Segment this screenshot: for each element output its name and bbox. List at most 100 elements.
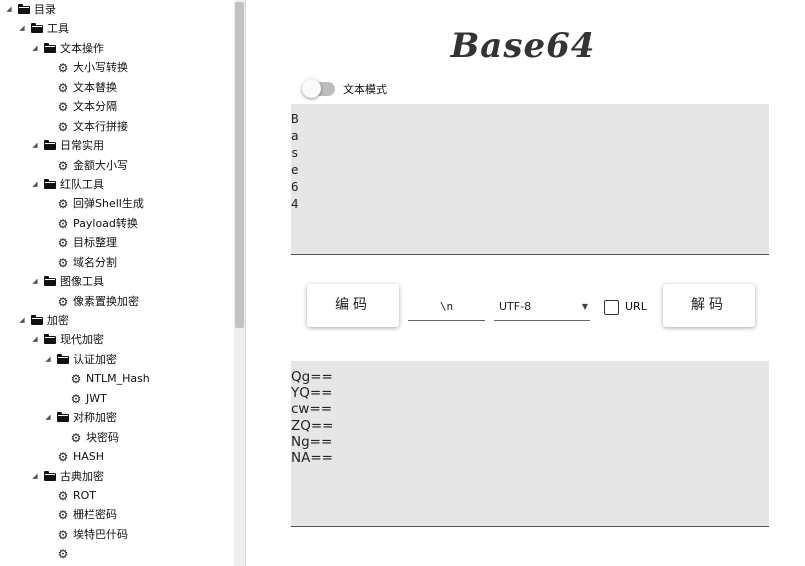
tree-expand-arrow-icon[interactable]: ◢ (43, 350, 53, 369)
tree-folder-item[interactable]: ◢ 目录 (0, 0, 232, 19)
tree-folder-item[interactable]: ◢ 红队工具 (0, 175, 232, 194)
tree-expand-arrow-icon[interactable]: ◢ (30, 330, 40, 349)
tree-item-label: 域名分割 (73, 255, 117, 269)
gear-icon: ⚙ (57, 80, 69, 95)
tree-expand-arrow-icon[interactable]: ◢ (17, 311, 27, 330)
tree-expand-arrow-icon[interactable]: ◢ (30, 39, 40, 58)
tree-folder-item[interactable]: ◢ 图像工具 (0, 272, 232, 291)
tree-item-label: NTLM_Hash (86, 372, 150, 386)
gear-icon: ⚙ (57, 100, 69, 115)
tree-tool-item[interactable]: ⚙ 金额大小写 (0, 156, 232, 175)
tree-item-label: 文本分隔 (73, 100, 117, 114)
folder-icon (18, 4, 30, 14)
tree-tool-item[interactable]: ⚙ 域名分割 (0, 253, 232, 272)
gear-icon: ⚙ (57, 236, 69, 251)
gear-icon: ⚙ (57, 508, 69, 523)
gear-icon: ⚙ (57, 216, 69, 231)
tree-tool-item[interactable]: ⚙ 回弹Shell生成 (0, 194, 232, 213)
tree-item-label: 像素置换加密 (73, 294, 139, 308)
tree-folder-item[interactable]: ◢ 文本操作 (0, 39, 232, 58)
tree-item-label: 工具 (47, 22, 69, 36)
tree-expand-arrow-icon[interactable]: ◢ (17, 19, 27, 38)
tree-tool-item[interactable]: ⚙ 埃特巴什码 (0, 525, 232, 544)
tree-item-label: 文本行拼接 (73, 119, 128, 133)
folder-icon (44, 470, 56, 481)
tree-item-label: 目录 (34, 3, 56, 16)
gear-icon: ⚙ (57, 158, 69, 173)
tree-tool-item[interactable]: ⚙ 像素置换加密 (0, 292, 232, 311)
gear-icon: ⚙ (57, 61, 69, 76)
tree-folder-item[interactable]: ◢ 现代加密 (0, 330, 232, 349)
tree-expand-arrow-icon[interactable]: ◢ (30, 175, 40, 194)
gear-icon: ⚙ (57, 255, 69, 270)
folder-icon (44, 178, 56, 189)
input-textarea[interactable]: B a s e 6 4 (291, 104, 769, 255)
tree-expand-arrow-icon[interactable]: ◢ (30, 136, 40, 155)
dropdown-arrow-icon: ▼ (581, 302, 588, 311)
tree-item-label: ROT (73, 488, 97, 502)
tree-tool-item[interactable]: ⚙ NTLM_Hash (0, 369, 232, 388)
tree-tool-item[interactable]: ⚙ ROT (0, 486, 232, 505)
tree-expand-arrow-icon[interactable]: ◢ (4, 0, 14, 19)
tree-tool-item[interactable]: ⚙ 文本分隔 (0, 97, 232, 116)
charset-select[interactable]: UTF-8 ▼ (494, 296, 590, 321)
tree-tool-item[interactable]: ⚙ 栅栏密码 (0, 505, 232, 524)
tree-item-label: 块密码 (86, 430, 119, 444)
tree-expand-arrow-icon[interactable]: ◢ (30, 272, 40, 291)
output-textarea[interactable]: Qg== YQ== cw== ZQ== Ng== NA== (291, 361, 769, 527)
tree-folder-item[interactable]: ◢ 古典加密 (0, 467, 232, 486)
tree-tool-item[interactable]: ⚙ 大小写转换 (0, 58, 232, 77)
text-mode-toggle[interactable] (302, 79, 335, 98)
tree-item-label: 红队工具 (60, 177, 104, 191)
tree-item-label: Payload转换 (73, 216, 138, 230)
tree-tool-item[interactable]: ⚙ 文本替换 (0, 78, 232, 97)
navigation-tree-panel: ◢ 目录 ◢ 工具 ◢ 文本操作 ⚙ 大小写转换 ⚙ 文本替换 ⚙ 文本分隔 ⚙ 文本行拼接 ◢ 日常实用 ⚙ 金… (0, 0, 246, 566)
charset-selected-value: UTF-8 (499, 300, 532, 313)
tree-item-label: 大小写转换 (73, 61, 128, 75)
tree-item-label: 古典加密 (60, 469, 104, 483)
text-mode-label: 文本模式 (343, 83, 387, 96)
tree-tool-item[interactable]: ⚙ 目标整理 (0, 233, 232, 252)
tree-folder-item[interactable]: ◢ 加密 (0, 311, 232, 330)
tree-expand-arrow-icon[interactable]: ◢ (43, 408, 53, 427)
gear-icon: ⚙ (57, 488, 69, 503)
tree-item-label: 栅栏密码 (73, 508, 117, 522)
tree-tool-item[interactable]: ⚙ 文本行拼接 (0, 117, 232, 136)
folder-icon (44, 42, 56, 53)
tree-folder-item[interactable]: ◢ 对称加密 (0, 408, 232, 427)
gear-icon: ⚙ (57, 527, 69, 542)
gear-icon: ⚙ (57, 450, 69, 465)
encode-button[interactable]: 编码 (307, 284, 399, 327)
tree-item-label: 现代加密 (60, 333, 104, 347)
tree-expand-arrow-icon[interactable]: ◢ (30, 467, 40, 486)
url-checkbox-label: URL (625, 300, 647, 313)
tree-item-label: 文本操作 (60, 41, 104, 55)
tree-tool-item[interactable]: ⚙ (0, 544, 232, 563)
folder-icon (57, 412, 69, 423)
tree-tool-item[interactable]: ⚙ Payload转换 (0, 214, 232, 233)
toggle-knob (302, 79, 321, 98)
tree-item-label: 金额大小写 (73, 158, 128, 172)
separator-input[interactable]: \n (408, 296, 485, 321)
gear-icon: ⚙ (57, 119, 69, 134)
tree-scrollbar[interactable] (234, 0, 245, 566)
tree-item-label: 加密 (47, 314, 69, 327)
decode-button[interactable]: 解码 (663, 284, 755, 327)
tree-tool-item[interactable]: ⚙ JWT (0, 389, 232, 408)
folder-icon (31, 315, 43, 325)
tree-folder-item[interactable]: ◢ 工具 (0, 19, 232, 38)
gear-icon: ⚙ (70, 372, 82, 387)
tree-folder-item[interactable]: ◢ 日常实用 (0, 136, 232, 155)
tree-folder-item[interactable]: ◢ 认证加密 (0, 350, 232, 369)
tree-item-label: HASH (73, 450, 105, 464)
tree-tool-item[interactable]: ⚙ HASH (0, 447, 232, 466)
tree-item-label: 认证加密 (73, 352, 117, 366)
tree-scrollbar-thumb[interactable] (235, 2, 244, 328)
url-checkbox[interactable] (604, 300, 619, 315)
gear-icon: ⚙ (57, 547, 69, 562)
tree-item-label: 对称加密 (73, 411, 117, 425)
tree-tool-item[interactable]: ⚙ 块密码 (0, 428, 232, 447)
gear-icon: ⚙ (70, 391, 82, 406)
tree-item-label: 图像工具 (60, 275, 104, 289)
tree-item-label: 回弹Shell生成 (73, 197, 144, 211)
